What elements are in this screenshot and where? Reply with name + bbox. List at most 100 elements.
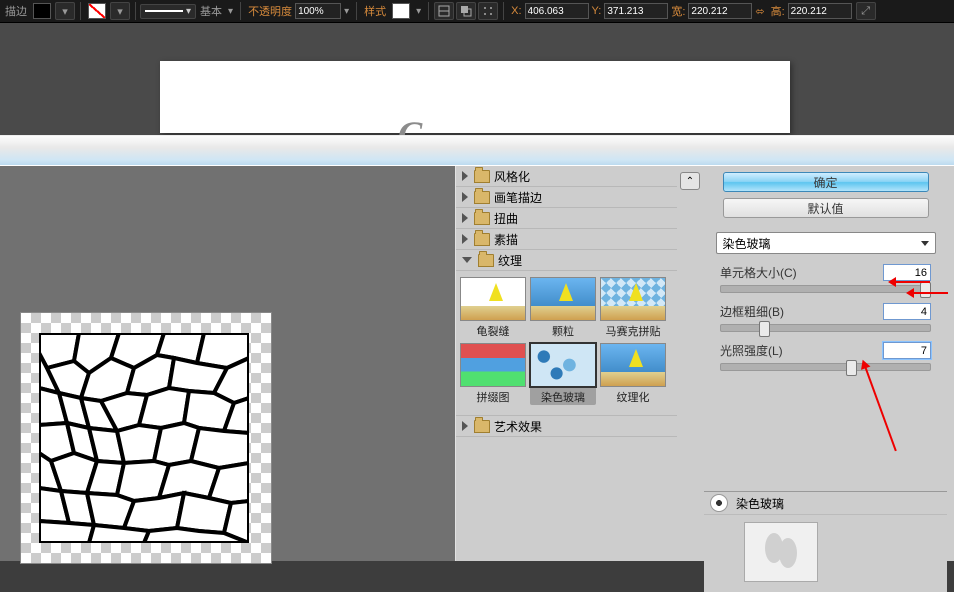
- light-row: 光照强度(L): [720, 342, 931, 359]
- visibility-icon[interactable]: [710, 494, 728, 512]
- border-input[interactable]: [883, 303, 931, 320]
- filter-select[interactable]: 染色玻璃: [716, 232, 936, 254]
- filter-select-label: 染色玻璃: [723, 235, 771, 252]
- category-brushstrokes[interactable]: 画笔描边: [456, 187, 678, 208]
- border-label: 边框粗细(B): [720, 303, 784, 320]
- layer-panel: 染色玻璃: [704, 491, 947, 592]
- thumb-grain[interactable]: 颗粒: [530, 277, 596, 339]
- light-input[interactable]: [883, 342, 931, 359]
- h-label: 高:: [771, 3, 785, 19]
- filter-categories: 风格化 画笔描边 扭曲 素描 纹理: [455, 166, 679, 561]
- align-icon[interactable]: [434, 2, 454, 20]
- stroke-preview: [145, 10, 183, 12]
- filter-gallery-dialog: 风格化 画笔描边 扭曲 素描 纹理: [0, 135, 954, 561]
- thumb-preview: [530, 277, 596, 321]
- annotation-arrow: [894, 281, 930, 283]
- stroke-dropdown[interactable]: ▾: [110, 2, 130, 20]
- thumb-crackle[interactable]: 龟裂缝: [460, 277, 526, 339]
- thumb-stainedglass[interactable]: 染色玻璃: [530, 343, 596, 405]
- cellsize-row: 单元格大小(C): [720, 264, 931, 281]
- h-input[interactable]: [788, 3, 852, 19]
- light-slider[interactable]: [720, 363, 931, 371]
- folder-icon: [474, 420, 490, 433]
- artboard[interactable]: [160, 61, 790, 133]
- thumb-label: 龟裂缝: [460, 323, 526, 339]
- divider: [240, 2, 241, 20]
- w-input[interactable]: [688, 3, 752, 19]
- category-texture[interactable]: 纹理: [456, 250, 678, 271]
- thumb-texturize[interactable]: 纹理化: [600, 343, 666, 405]
- slider-thumb[interactable]: [759, 321, 770, 337]
- chevron-right-icon: [462, 234, 468, 244]
- category-label: 素描: [494, 231, 518, 248]
- category-sketch[interactable]: 素描: [456, 229, 678, 250]
- chevron-right-icon: [462, 171, 468, 181]
- thumb-preview: [530, 343, 596, 387]
- thumb-mosaic[interactable]: 马赛克拼贴: [600, 277, 666, 339]
- thumb-preview: [460, 343, 526, 387]
- texture-thumbs: 龟裂缝 颗粒 马赛克拼贴 拼缀图: [456, 271, 678, 416]
- preview-content: [39, 333, 249, 543]
- category-label: 艺术效果: [494, 418, 542, 435]
- opacity-input[interactable]: [295, 3, 341, 19]
- thumb-patchwork[interactable]: 拼缀图: [460, 343, 526, 405]
- style-swatch[interactable]: [392, 3, 410, 19]
- chevron-right-icon: [462, 192, 468, 202]
- link-icon[interactable]: ⬄: [755, 5, 764, 18]
- chevron-down-icon: [462, 257, 472, 263]
- w-label: 宽:: [671, 3, 685, 19]
- folder-icon: [474, 191, 490, 204]
- thumb-preview: [460, 277, 526, 321]
- border-slider[interactable]: [720, 324, 931, 332]
- stroke-swatch[interactable]: [88, 3, 106, 19]
- category-stylize[interactable]: 风格化: [456, 166, 678, 187]
- light-label: 光照强度(L): [720, 342, 783, 359]
- border-row: 边框粗细(B): [720, 303, 931, 320]
- chevron-down-icon: [921, 241, 929, 246]
- thumb-label: 马赛克拼贴: [600, 323, 666, 339]
- dialog-titlebar[interactable]: [0, 135, 954, 167]
- fill-swatch[interactable]: [33, 3, 51, 19]
- divider: [503, 2, 504, 20]
- category-label: 风格化: [494, 168, 530, 185]
- arrange-icon[interactable]: [456, 2, 476, 20]
- divider: [135, 2, 136, 20]
- cellsize-label: 单元格大小(C): [720, 264, 797, 281]
- thumb-label: 纹理化: [600, 389, 666, 405]
- layer-name: 染色玻璃: [736, 495, 784, 512]
- thumb-preview: [600, 343, 666, 387]
- category-label: 纹理: [498, 252, 522, 269]
- dialog-body: 风格化 画笔描边 扭曲 素描 纹理: [0, 165, 954, 561]
- distribute-icon[interactable]: [478, 2, 498, 20]
- basic-label: 基本: [200, 3, 222, 19]
- chevron-right-icon: [462, 213, 468, 223]
- y-input[interactable]: [604, 3, 668, 19]
- collapse-button[interactable]: ⌃: [680, 172, 700, 190]
- layer-row[interactable]: 染色玻璃: [704, 492, 947, 515]
- folder-icon: [474, 233, 490, 246]
- annotation-arrow: [912, 292, 948, 294]
- thumb-label: 染色玻璃: [530, 389, 596, 405]
- preview-pane: [0, 166, 456, 561]
- style-label: 样式: [364, 3, 386, 19]
- x-input[interactable]: [525, 3, 589, 19]
- category-distort[interactable]: 扭曲: [456, 208, 678, 229]
- ok-button[interactable]: 确定: [723, 172, 929, 192]
- slider-thumb[interactable]: [846, 360, 857, 376]
- swatch-dropdown[interactable]: ▾: [55, 2, 75, 20]
- more-icon[interactable]: ⤢: [856, 2, 876, 20]
- layer-preview: [744, 522, 818, 582]
- stroke-label: 描边: [5, 3, 27, 19]
- cellsize-slider[interactable]: [720, 285, 931, 293]
- category-label: 扭曲: [494, 210, 518, 227]
- slider-thumb[interactable]: [920, 282, 931, 298]
- category-label: 画笔描边: [494, 189, 542, 206]
- stroke-preset-select[interactable]: ▾: [140, 4, 196, 19]
- x-label: X:: [511, 5, 521, 17]
- default-button[interactable]: 默认值: [723, 198, 929, 218]
- category-artistic[interactable]: 艺术效果: [456, 416, 678, 437]
- preview-image[interactable]: [20, 312, 272, 564]
- divider: [428, 2, 429, 20]
- y-label: Y:: [592, 5, 602, 17]
- thumb-label: 颗粒: [530, 323, 596, 339]
